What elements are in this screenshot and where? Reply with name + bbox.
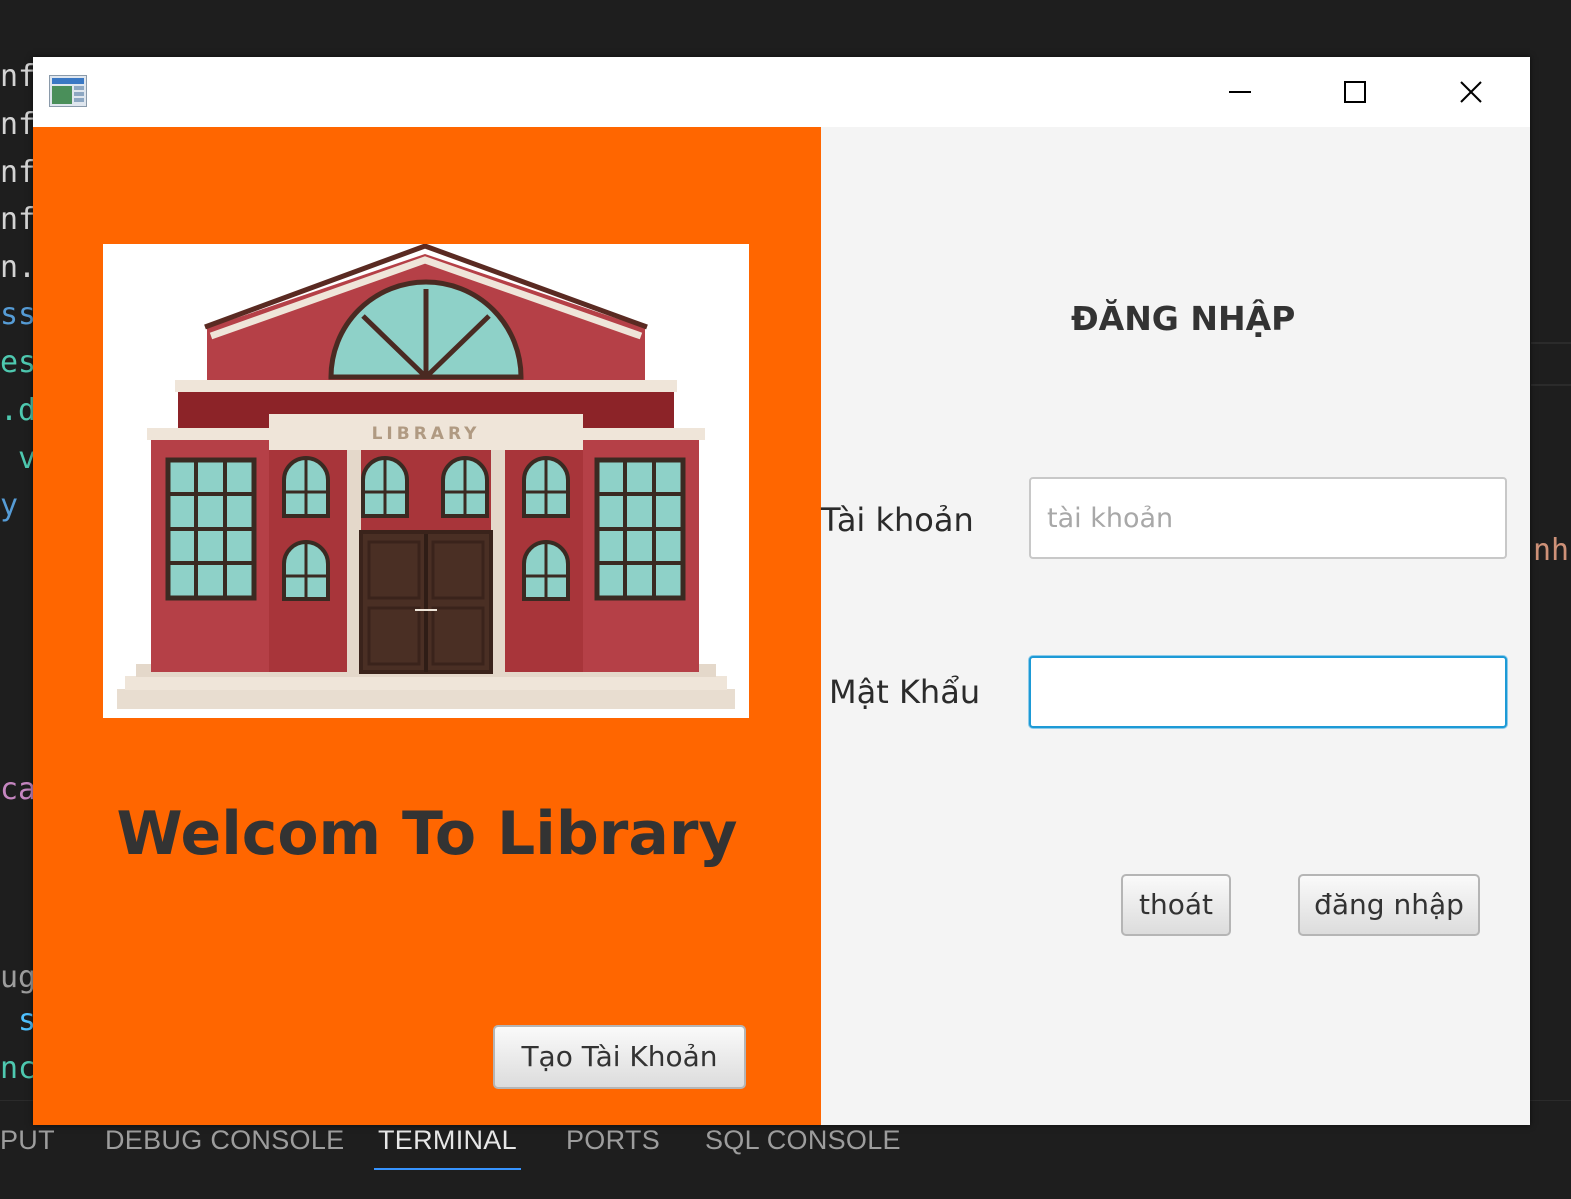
editor-divider bbox=[1531, 384, 1571, 386]
library-building-image: LIBRARY bbox=[103, 243, 749, 718]
exit-button[interactable]: thoát bbox=[1121, 874, 1231, 936]
code-line-fragment: ug bbox=[0, 960, 37, 995]
minimize-button[interactable] bbox=[1183, 57, 1298, 127]
password-input[interactable] bbox=[1029, 656, 1507, 728]
login-window: LIBRARY Welcom To Library Tạo Tài Khoản … bbox=[33, 57, 1530, 1125]
tab-ports[interactable]: PORTS bbox=[566, 1125, 660, 1156]
create-account-button[interactable]: Tạo Tài Khoản bbox=[493, 1025, 746, 1089]
login-form: ĐĂNG NHẬP Tài khoản Mật Khẩu thoát đăng … bbox=[821, 127, 1530, 1125]
maximize-button[interactable] bbox=[1298, 57, 1413, 127]
title-bar[interactable] bbox=[33, 57, 1530, 127]
login-heading: ĐĂNG NHẬP bbox=[1071, 299, 1296, 338]
welcome-title: Welcom To Library bbox=[116, 799, 738, 869]
editor-divider bbox=[1531, 342, 1571, 344]
minimize-icon bbox=[1229, 91, 1251, 93]
tab-output[interactable]: PUT bbox=[0, 1125, 55, 1156]
password-label: Mật Khẩu bbox=[829, 673, 981, 711]
username-label: Tài khoản bbox=[821, 501, 974, 539]
code-fragment-right: nha bbox=[1533, 533, 1571, 568]
login-button[interactable]: đăng nhập bbox=[1298, 874, 1480, 936]
username-input[interactable] bbox=[1029, 477, 1507, 559]
library-sign-text: LIBRARY bbox=[372, 424, 481, 444]
tab-sql-console[interactable]: SQL CONSOLE bbox=[705, 1125, 901, 1156]
tab-debug-console[interactable]: DEBUG CONSOLE bbox=[105, 1125, 344, 1156]
close-icon bbox=[1460, 81, 1482, 103]
maximize-icon bbox=[1344, 81, 1366, 103]
code-line-fragment: nc bbox=[0, 1051, 37, 1086]
welcome-panel: LIBRARY Welcom To Library Tạo Tài Khoản bbox=[33, 127, 821, 1125]
close-button[interactable] bbox=[1414, 57, 1529, 127]
tab-terminal[interactable]: TERMINAL bbox=[374, 1125, 521, 1170]
java-app-icon bbox=[49, 75, 87, 107]
code-line-fragment: ss bbox=[0, 297, 37, 332]
